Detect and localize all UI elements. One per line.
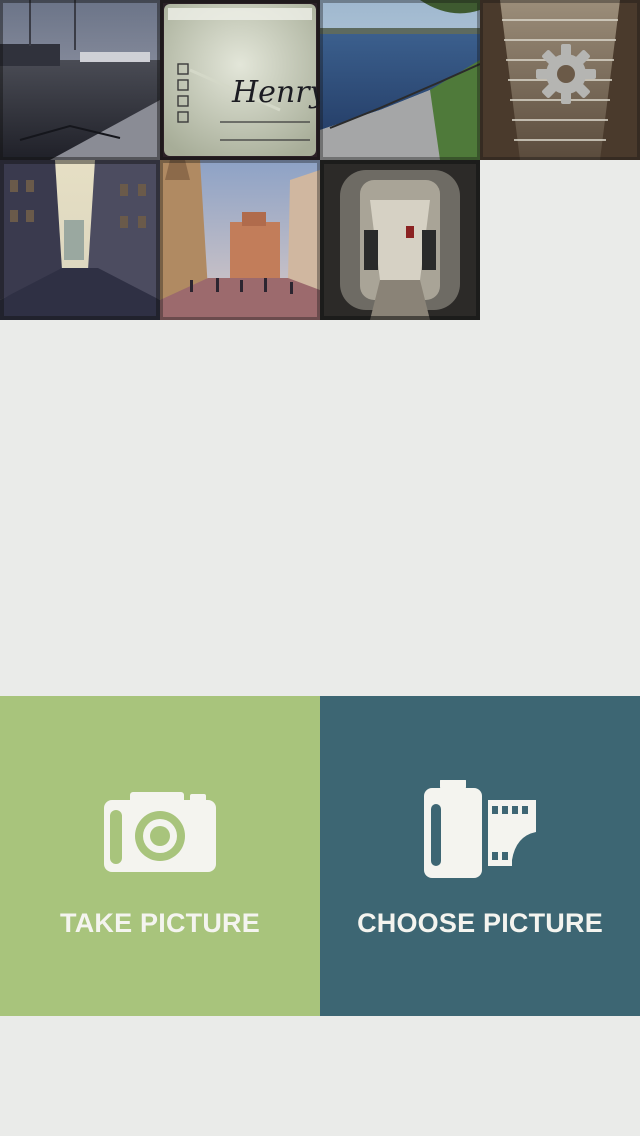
cup-henry-photo: Henry xyxy=(160,0,320,160)
camera-icon xyxy=(100,780,220,880)
take-picture-button[interactable]: TAKE PICTURE xyxy=(0,696,320,1016)
photo-thumbnail-street[interactable] xyxy=(0,160,160,320)
choose-picture-label: CHOOSE PICTURE xyxy=(357,908,603,938)
action-panel: TAKE PICTURE CHOOSE PICTURE xyxy=(0,696,640,1016)
photo-thumbnail-lakeside[interactable] xyxy=(320,0,480,160)
photo-thumbnail-airport[interactable] xyxy=(0,0,160,160)
gear-icon xyxy=(536,44,596,104)
cathedral-square-photo xyxy=(160,160,320,320)
film-roll-icon xyxy=(420,780,540,880)
choose-picture-button[interactable]: CHOOSE PICTURE xyxy=(320,696,640,1016)
settings-button[interactable] xyxy=(534,42,598,106)
tram-interior-photo xyxy=(320,160,480,320)
app-screen: Henry TAKE PICTURE CHOOSE PICTURE xyxy=(0,0,640,1136)
airport-tarmac-photo xyxy=(0,0,160,160)
lakeside-promenade-photo xyxy=(320,0,480,160)
photo-thumbnail-cup[interactable]: Henry xyxy=(160,0,320,160)
take-picture-label: TAKE PICTURE xyxy=(60,908,260,938)
cup-handwriting: Henry xyxy=(231,75,320,110)
city-street-photo xyxy=(0,160,160,320)
photo-thumbnail-square[interactable] xyxy=(160,160,320,320)
photo-thumbnail-tram[interactable] xyxy=(320,160,480,320)
